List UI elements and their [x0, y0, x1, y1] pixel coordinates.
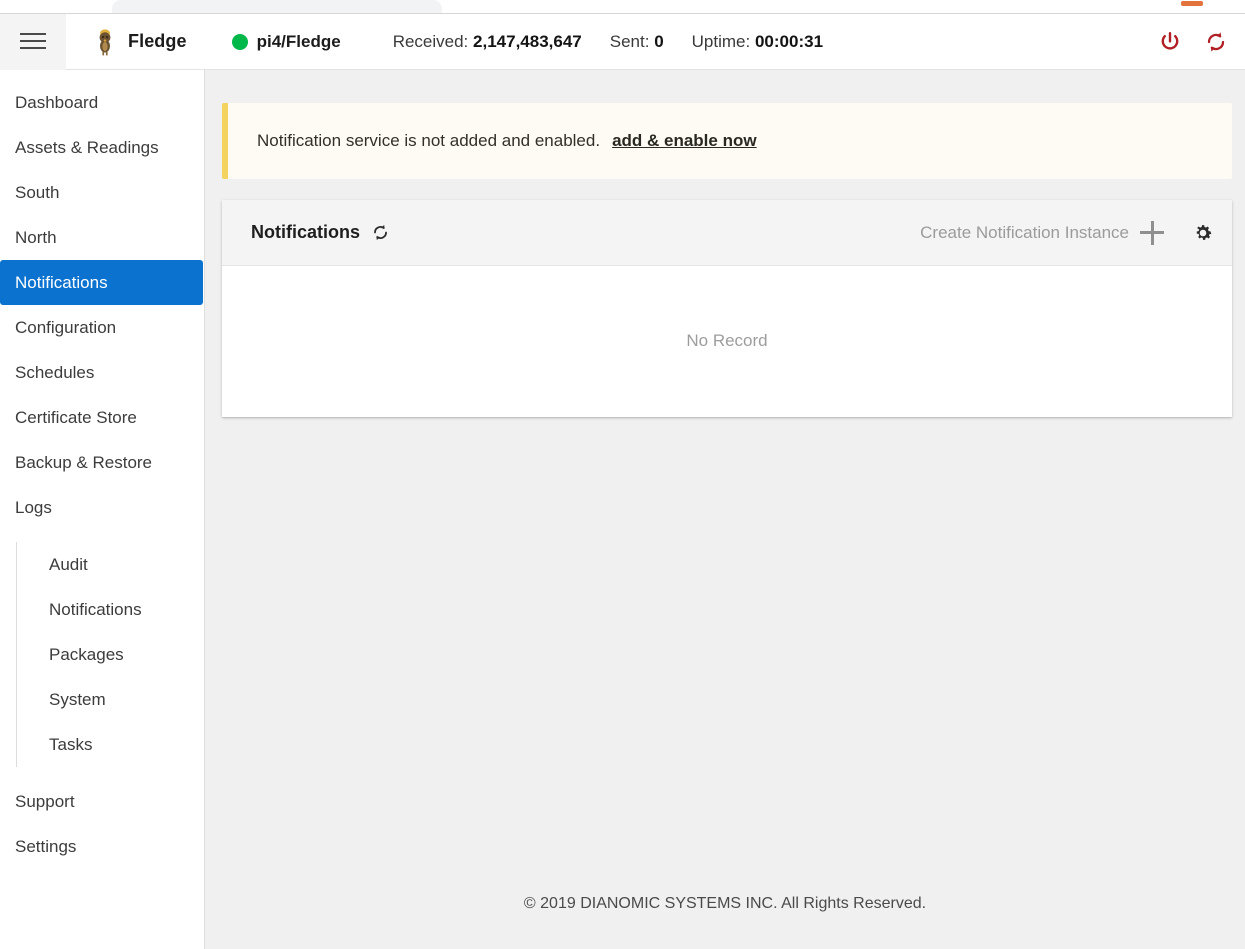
browser-toolbar-indicator	[1181, 1, 1203, 6]
sidebar-logs-submenu: Audit Notifications Packages System Task…	[16, 542, 204, 767]
page-title: Notifications	[251, 222, 360, 243]
green-status-dot-icon	[232, 34, 248, 50]
footer-copyright: © 2019 DIANOMIC SYSTEMS INC. All Rights …	[205, 895, 1245, 913]
notifications-card-body: No Record	[222, 266, 1232, 416]
received-value: 2,147,483,647	[473, 32, 582, 51]
notification-service-alert: Notification service is not added and en…	[222, 103, 1232, 179]
sidebar-item-label: Settings	[15, 837, 76, 857]
sidebar-item-assets-readings[interactable]: Assets & Readings	[0, 125, 204, 170]
sync-icon	[1204, 30, 1228, 54]
sidebar-item-label: Certificate Store	[15, 408, 137, 428]
add-enable-now-link[interactable]: add & enable now	[612, 131, 757, 151]
sidebar-item-configuration[interactable]: Configuration	[0, 305, 204, 350]
hamburger-icon	[20, 33, 46, 50]
sidebar-subitem-packages[interactable]: Packages	[17, 632, 204, 677]
received-label: Received:	[393, 32, 469, 51]
sidebar-subitem-label: Packages	[49, 645, 124, 665]
power-icon	[1158, 30, 1182, 54]
brand-name: Fledge	[128, 31, 187, 52]
sidebar-item-label: Notifications	[15, 273, 108, 293]
sent-stat: Sent: 0	[610, 32, 664, 52]
refresh-dashboard-button[interactable]	[1201, 27, 1231, 57]
sidebar-subitem-label: Notifications	[49, 600, 142, 620]
sidebar-item-north[interactable]: North	[0, 215, 204, 260]
host-indicator: pi4/Fledge	[232, 32, 341, 52]
hamburger-menu-button[interactable]	[0, 14, 66, 70]
sidebar-item-settings[interactable]: Settings	[0, 824, 204, 869]
power-button[interactable]	[1155, 27, 1185, 57]
sidebar-navigation: Dashboard Assets & Readings South North …	[0, 70, 205, 949]
uptime-value: 00:00:31	[755, 32, 823, 51]
sidebar-subitem-tasks[interactable]: Tasks	[17, 722, 204, 767]
sidebar-item-backup-restore[interactable]: Backup & Restore	[0, 440, 204, 485]
empty-state-message: No Record	[686, 331, 767, 351]
create-notification-instance-link[interactable]: Create Notification Instance	[920, 223, 1129, 243]
sidebar-subitem-label: Tasks	[49, 735, 92, 755]
sidebar-item-schedules[interactable]: Schedules	[0, 350, 204, 395]
sidebar-subitem-label: Audit	[49, 555, 88, 575]
refresh-icon[interactable]	[371, 223, 390, 242]
notifications-card-header: Notifications Create Notification Instan…	[222, 200, 1232, 266]
sidebar-tail-group: Support Settings	[0, 779, 204, 869]
sent-value: 0	[654, 32, 663, 51]
sidebar-subitem-system[interactable]: System	[17, 677, 204, 722]
sidebar-item-certificate-store[interactable]: Certificate Store	[0, 395, 204, 440]
sidebar-item-label: Dashboard	[15, 93, 98, 113]
sidebar-item-dashboard[interactable]: Dashboard	[0, 80, 204, 125]
sidebar-item-label: Support	[15, 792, 75, 812]
uptime-stat: Uptime: 00:00:31	[692, 32, 823, 52]
sidebar-item-label: Configuration	[15, 318, 116, 338]
top-header-bar: Fledge pi4/Fledge Received: 2,147,483,64…	[0, 14, 1245, 70]
sidebar-item-logs[interactable]: Logs	[0, 485, 204, 530]
sidebar-item-label: South	[15, 183, 59, 203]
sidebar-item-notifications[interactable]: Notifications	[0, 260, 203, 305]
uptime-label: Uptime:	[692, 32, 751, 51]
plus-icon[interactable]	[1140, 221, 1164, 245]
notifications-card: Notifications Create Notification Instan…	[222, 200, 1232, 417]
card-header-actions: Create Notification Instance	[920, 220, 1216, 246]
header-stats: Received: 2,147,483,647 Sent: 0 Uptime: …	[393, 32, 851, 52]
sidebar-item-label: Assets & Readings	[15, 138, 159, 158]
sidebar-subitem-label: System	[49, 690, 106, 710]
received-stat: Received: 2,147,483,647	[393, 32, 582, 52]
gear-icon[interactable]	[1190, 220, 1216, 246]
sidebar-item-label: Schedules	[15, 363, 94, 383]
app-root: Fledge pi4/Fledge Received: 2,147,483,64…	[0, 0, 1245, 949]
browser-tab[interactable]	[112, 0, 442, 13]
sidebar-item-label: Logs	[15, 498, 52, 518]
sent-label: Sent:	[610, 32, 650, 51]
sidebar-subitem-audit[interactable]: Audit	[17, 542, 204, 587]
main-content: Notification service is not added and en…	[205, 70, 1245, 949]
header-actions	[1155, 14, 1231, 70]
browser-chrome-strip	[0, 0, 1245, 14]
sidebar-subitem-notifications[interactable]: Notifications	[17, 587, 204, 632]
host-name: pi4/Fledge	[257, 32, 341, 52]
sidebar-item-south[interactable]: South	[0, 170, 204, 215]
fledge-bird-logo-icon	[94, 28, 116, 56]
sidebar-item-label: Backup & Restore	[15, 453, 152, 473]
brand[interactable]: Fledge	[94, 28, 187, 56]
sidebar-item-label: North	[15, 228, 57, 248]
alert-message: Notification service is not added and en…	[257, 131, 600, 151]
sidebar-item-support[interactable]: Support	[0, 779, 204, 824]
